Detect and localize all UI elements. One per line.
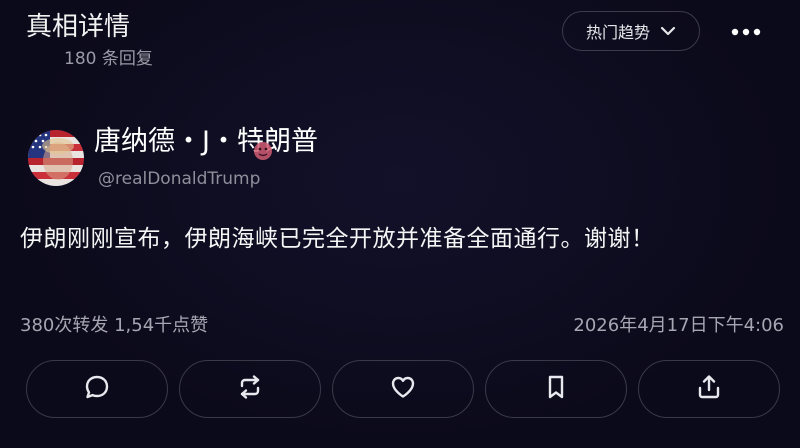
share-button[interactable]	[638, 360, 780, 418]
avatar[interactable]	[28, 130, 84, 186]
more-options-icon[interactable]	[726, 18, 766, 46]
bookmark-button[interactable]	[485, 360, 627, 418]
like-icon	[389, 373, 417, 405]
post-timestamp: 2026年4月17日下午4:06	[573, 315, 784, 336]
action-bar	[26, 360, 780, 420]
author-name[interactable]: 唐纳德・J・特朗普	[94, 124, 318, 160]
repost-button[interactable]	[179, 360, 321, 418]
trending-dropdown-button[interactable]: 热门趋势	[562, 11, 700, 51]
bookmark-icon	[542, 373, 570, 405]
chevron-down-icon	[660, 26, 676, 36]
truth-detail-screen: 真相详情 180 条回复 热门趋势 唐纳德・J・特朗普 @realDonaldT…	[0, 0, 800, 448]
reply-count: 180 条回复	[64, 49, 153, 69]
author-handle[interactable]: @realDonaldTrump	[98, 167, 260, 191]
post-stats[interactable]: 380次转发 1,54千点赞	[20, 313, 208, 339]
share-icon	[695, 373, 723, 405]
trending-button-label: 热门趋势	[585, 23, 650, 42]
post-text: 伊朗刚刚宣布，伊朗海峡已完全开放并准备全面通行。谢谢！	[20, 226, 655, 252]
comment-icon	[83, 373, 111, 405]
comment-button[interactable]	[26, 360, 168, 418]
like-button[interactable]	[332, 360, 474, 418]
repost-icon	[236, 373, 264, 405]
badge-icon	[252, 140, 274, 162]
page-title: 真相详情	[26, 12, 131, 42]
